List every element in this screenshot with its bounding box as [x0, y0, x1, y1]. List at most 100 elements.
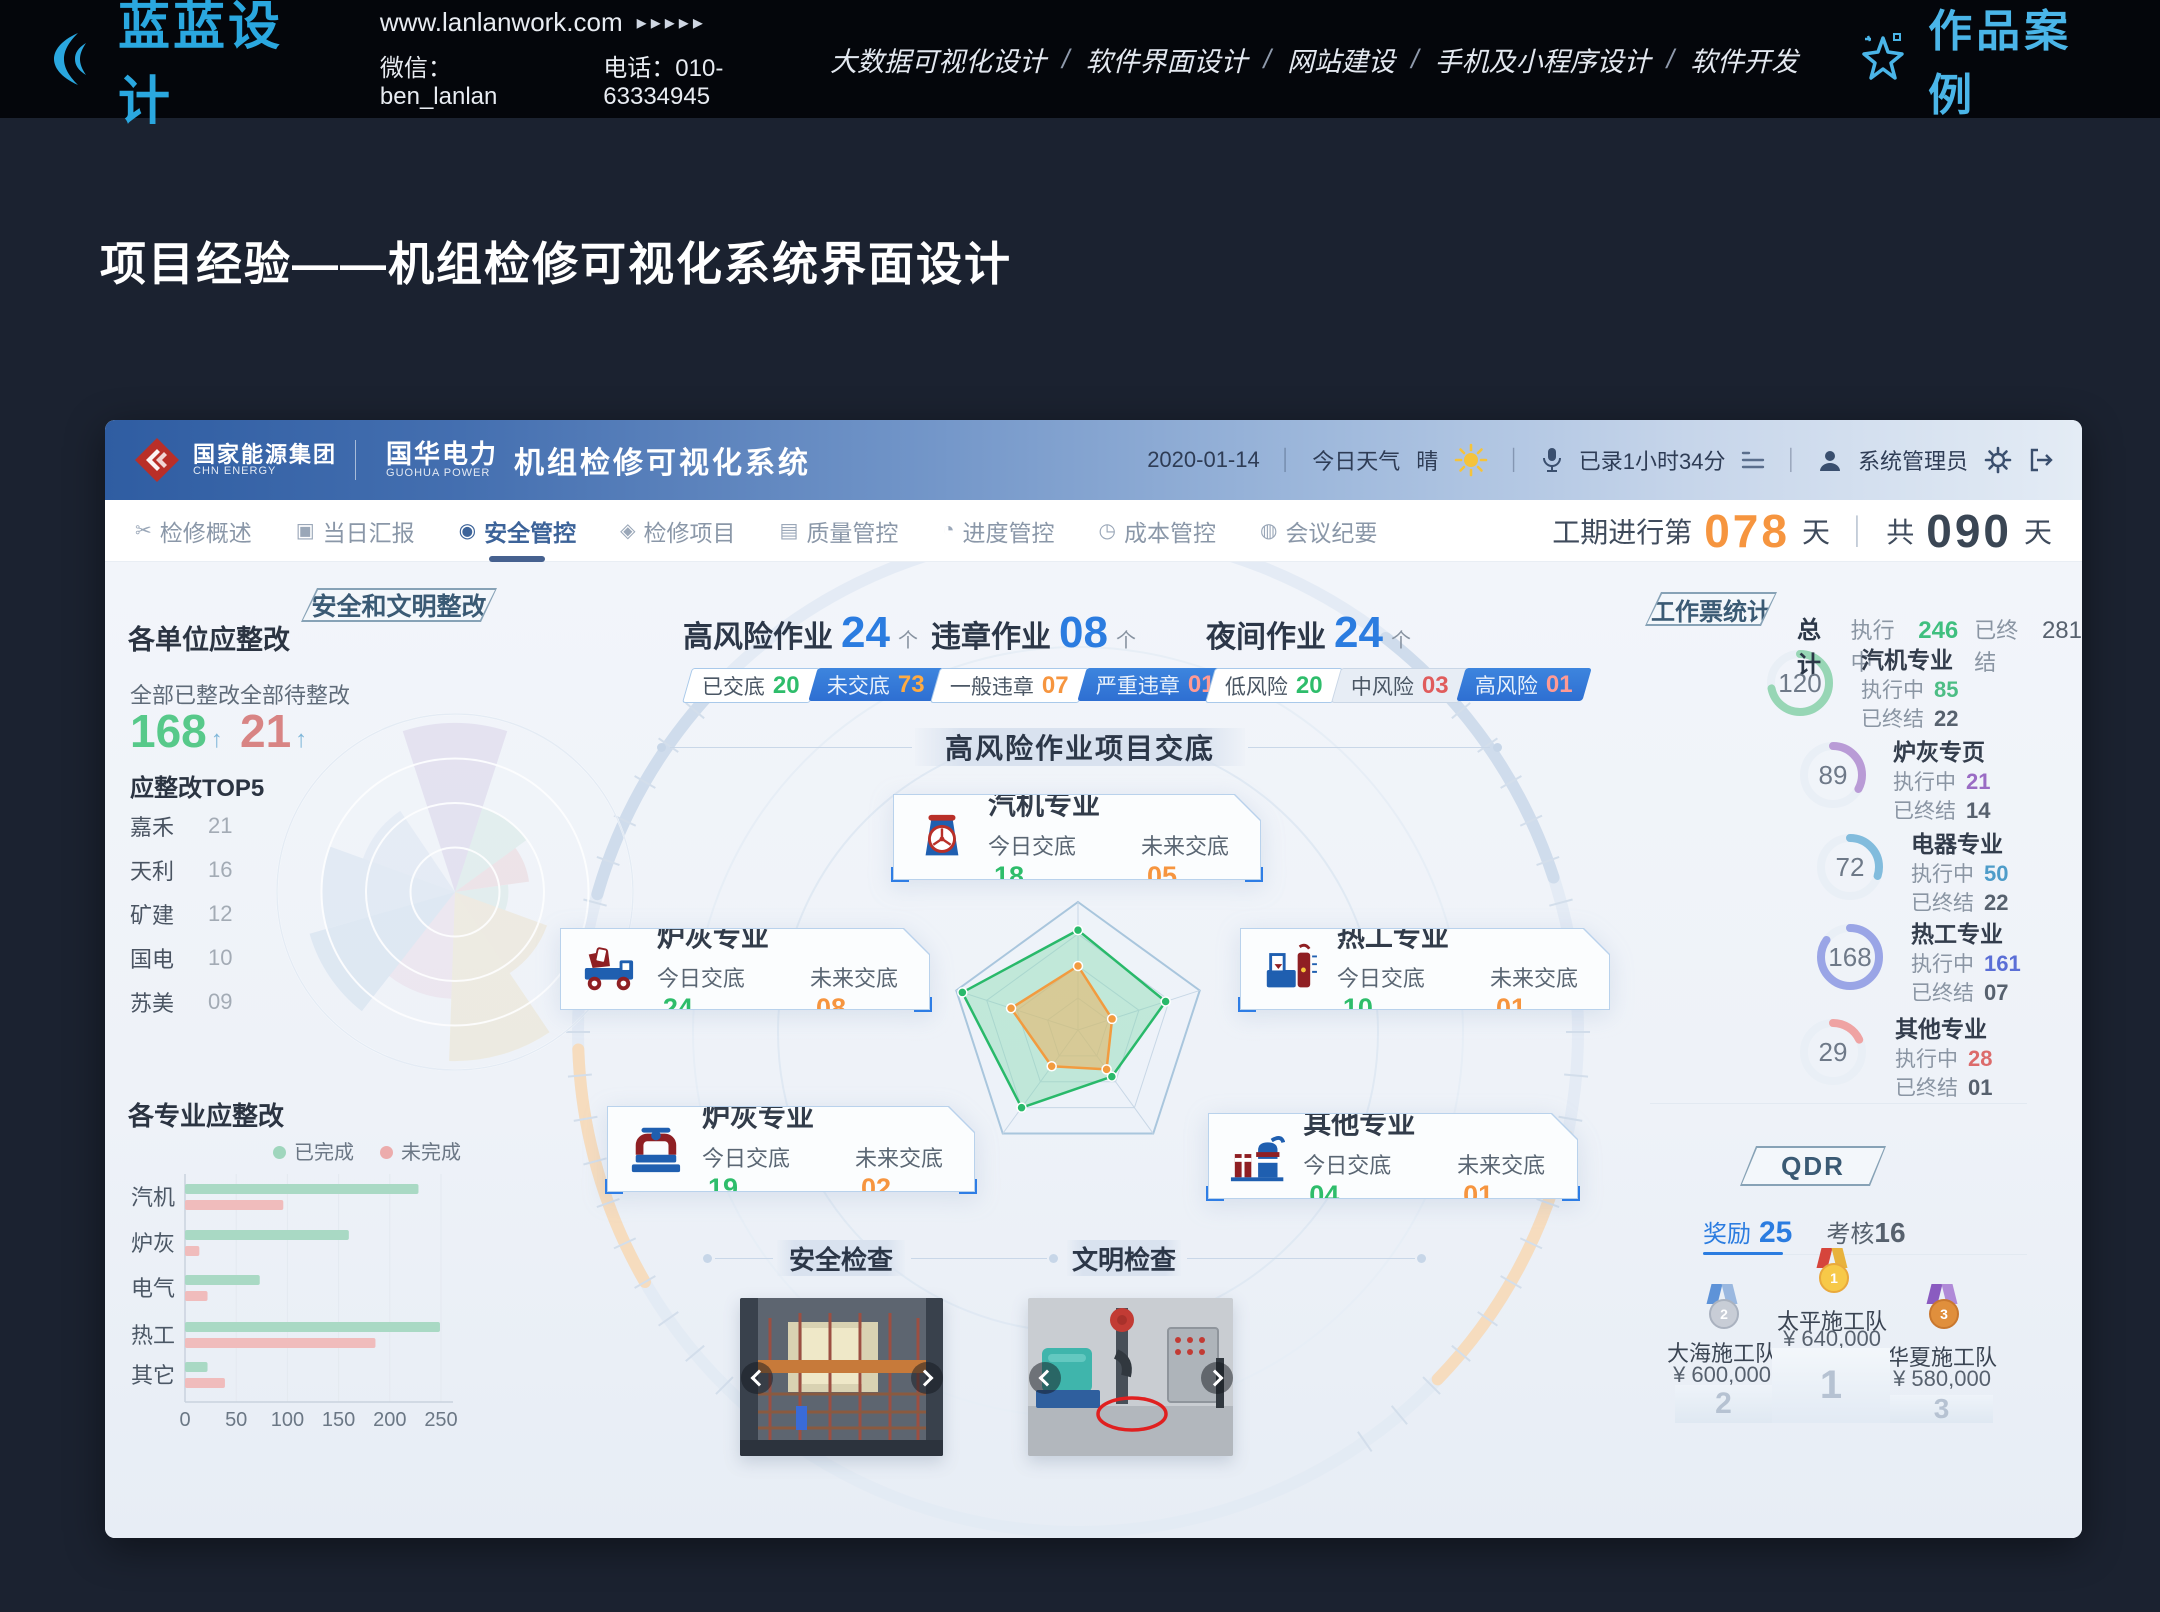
- tab-quality-control[interactable]: ▤ 质量管控: [780, 500, 899, 561]
- mixer-truck-icon: [581, 942, 639, 996]
- high-risk-briefing-title: 高风险作业项目交底: [915, 728, 1245, 766]
- connector-line: [911, 1258, 1047, 1259]
- carousel-prev-button[interactable]: [741, 1362, 773, 1394]
- main-tabs: ✂检修概述 ▣当日汇报 ◉安全管控 ◈检修项目 ▤ 质量管控 ◔ 进度管控 ◷ 成本管…: [105, 500, 2082, 562]
- gear-icon[interactable]: [1984, 446, 2012, 474]
- tab-meeting-minutes[interactable]: ◍ 会议纪要: [1260, 500, 1377, 561]
- card-ash-specialty-valve: 炉灰专业 今日交底19 未来交底02: [607, 1106, 975, 1192]
- weather-label: 今日天气: [1312, 444, 1400, 476]
- portfolio-link[interactable]: 作品案例: [1854, 0, 2120, 123]
- tab-label: 成本管控: [1124, 514, 1216, 548]
- connector-dot: [657, 743, 666, 752]
- legend-done: 已完成: [273, 1136, 354, 1165]
- carousel-next-button[interactable]: [1201, 1362, 1233, 1394]
- tab-label: 会议纪要: [1285, 514, 1377, 548]
- report-icon: ▤: [780, 518, 799, 543]
- night-work-stat: 夜间作业 24 个 低风险20 中风险03 高风险01: [1206, 608, 1585, 703]
- active-tab-underline: [1703, 1252, 1783, 1255]
- divider: [1650, 1103, 2027, 1104]
- briefed-tag: 已交底20: [682, 668, 820, 703]
- scissors-icon: ✂: [135, 518, 152, 543]
- safety-civilized-rectification-badge[interactable]: 安全和文明整改: [301, 588, 497, 622]
- project-duration: 工期进行第 078 天 │ 共 090 天: [1552, 504, 2052, 558]
- people-icon: ◍: [1260, 518, 1277, 543]
- tab-cost-control[interactable]: ◷ 成本管控: [1099, 500, 1216, 561]
- card-ash-specialty-truck: 炉灰专业 今日交底24 未来交底08: [560, 928, 930, 1010]
- carousel-next-button[interactable]: [911, 1362, 943, 1394]
- tab-assessment[interactable]: 考核16: [1826, 1214, 1905, 1249]
- donut-label-block: 其他专业 执行中28 已终结01: [1895, 1015, 1992, 1103]
- nav-item-dev[interactable]: 软件开发: [1690, 40, 1798, 79]
- header-toolbar: 2020-01-14 │ 今日天气 晴 │: [1147, 443, 2054, 477]
- turbine-icon: [914, 808, 970, 866]
- shield-icon: ◉: [459, 518, 476, 543]
- specialty-rectification-title: 各专业应整改: [128, 1096, 284, 1133]
- logout-icon[interactable]: [2028, 447, 2054, 473]
- vsep: │: [1280, 449, 1293, 472]
- list-icon[interactable]: [1741, 450, 1765, 470]
- site-logo[interactable]: 蓝蓝设计: [40, 0, 338, 134]
- plant-icon: [1229, 1128, 1285, 1184]
- site-header: 蓝蓝设计 www.lanlanwork.com ▸▸▸▸▸ 微信：ben_lan…: [0, 0, 2160, 118]
- tab-overview[interactable]: ✂检修概述: [135, 500, 252, 561]
- podium-step-2: 2: [1675, 1385, 1772, 1423]
- chn-energy-logo-icon: [133, 436, 181, 484]
- legend-undone: 未完成: [380, 1136, 461, 1165]
- mid-risk-tag: 中风险03: [1331, 668, 1469, 703]
- site-logo-text: 蓝蓝设计: [118, 0, 338, 134]
- arrows-decoration: ▸▸▸▸▸: [637, 10, 707, 35]
- svg-text:热工: 热工: [131, 1323, 175, 1348]
- duration-total-prefix: 共: [1886, 511, 1914, 551]
- valve-icon: [628, 1121, 684, 1177]
- up-arrow-icon: ↑: [295, 726, 307, 754]
- silver-medal-icon: 2: [1705, 1284, 1739, 1332]
- work-ticket-stats-badge[interactable]: 工作票统计: [1645, 592, 1777, 626]
- donut-value: 120: [1764, 647, 1836, 719]
- tab-label: 进度管控: [963, 514, 1055, 548]
- tab-label: 质量管控: [806, 514, 898, 548]
- nav-item-mobile[interactable]: 手机及小程序设计: [1435, 40, 1651, 79]
- hourglass-icon: ◔: [942, 519, 954, 542]
- username[interactable]: 系统管理员: [1858, 444, 1968, 476]
- dashboard-screenshot: 国家能源集团 CHN ENERGY 国华电力 GUOHUA POWER 机组检修…: [105, 420, 2082, 1538]
- connector-line: [1248, 747, 1490, 748]
- record-time: 已录1小时34分: [1579, 444, 1726, 476]
- qdr-badge[interactable]: QDR: [1740, 1146, 1886, 1186]
- tab-progress-control[interactable]: ◔ 进度管控: [942, 500, 1054, 561]
- safety-check-title: 安全检查: [777, 1240, 905, 1276]
- svg-text:0: 0: [179, 1409, 190, 1431]
- donut-label-block: 电器专业 执行中50 已终结22: [1911, 830, 2008, 918]
- vsep: │: [1850, 515, 1866, 546]
- carousel-prev-button[interactable]: [1029, 1362, 1061, 1394]
- podium-step-3: 3: [1890, 1395, 1993, 1423]
- nav-item-website[interactable]: 网站建设: [1287, 40, 1395, 79]
- violation-work-stat: 违章作业 08 个 一般违章07 严重违章01: [931, 608, 1226, 703]
- tab-daily-report[interactable]: ▣当日汇报: [296, 500, 415, 561]
- duration-unit: 天: [1802, 511, 1830, 551]
- clock-icon: ◷: [1099, 518, 1116, 543]
- low-risk-tag: 低风险20: [1205, 668, 1343, 703]
- org2-cn: 国华电力: [386, 441, 498, 468]
- nav-item-software-ui[interactable]: 软件界面设计: [1086, 40, 1248, 79]
- connector-line: [670, 747, 912, 748]
- tab-safety-control[interactable]: ◉安全管控: [459, 500, 576, 561]
- lanlan-logo-icon: [40, 27, 104, 91]
- general-violation-tag: 一般违章07: [930, 668, 1089, 703]
- tab-label: 当日汇报: [323, 514, 415, 548]
- tab-maintenance-projects[interactable]: ◈检修项目: [620, 500, 735, 561]
- top5-title: 应整改TOP5: [130, 768, 264, 803]
- bronze-medal-icon: 3: [1925, 1284, 1959, 1332]
- layers-icon: ◈: [620, 518, 635, 543]
- all-pending-label: 全部待整改: [240, 678, 350, 710]
- podium-step-1: 1: [1772, 1348, 1890, 1423]
- tab-reward[interactable]: 奖励25: [1703, 1214, 1792, 1250]
- nav-item-bigdata[interactable]: 大数据可视化设计: [830, 40, 1046, 79]
- page: 蓝蓝设计 www.lanlanwork.com ▸▸▸▸▸ 微信：ben_lan…: [0, 0, 2160, 1612]
- vsep: │: [1508, 449, 1521, 472]
- current-date: 2020-01-14: [1147, 447, 1260, 473]
- microphone-icon[interactable]: [1541, 447, 1563, 473]
- svg-text:250: 250: [424, 1409, 457, 1431]
- system-title: 机组检修可视化系统: [514, 438, 811, 482]
- card-turbine-specialty: 汽机专业 今日交底18 未来交底05: [893, 794, 1261, 880]
- site-url[interactable]: www.lanlanwork.com: [380, 7, 623, 38]
